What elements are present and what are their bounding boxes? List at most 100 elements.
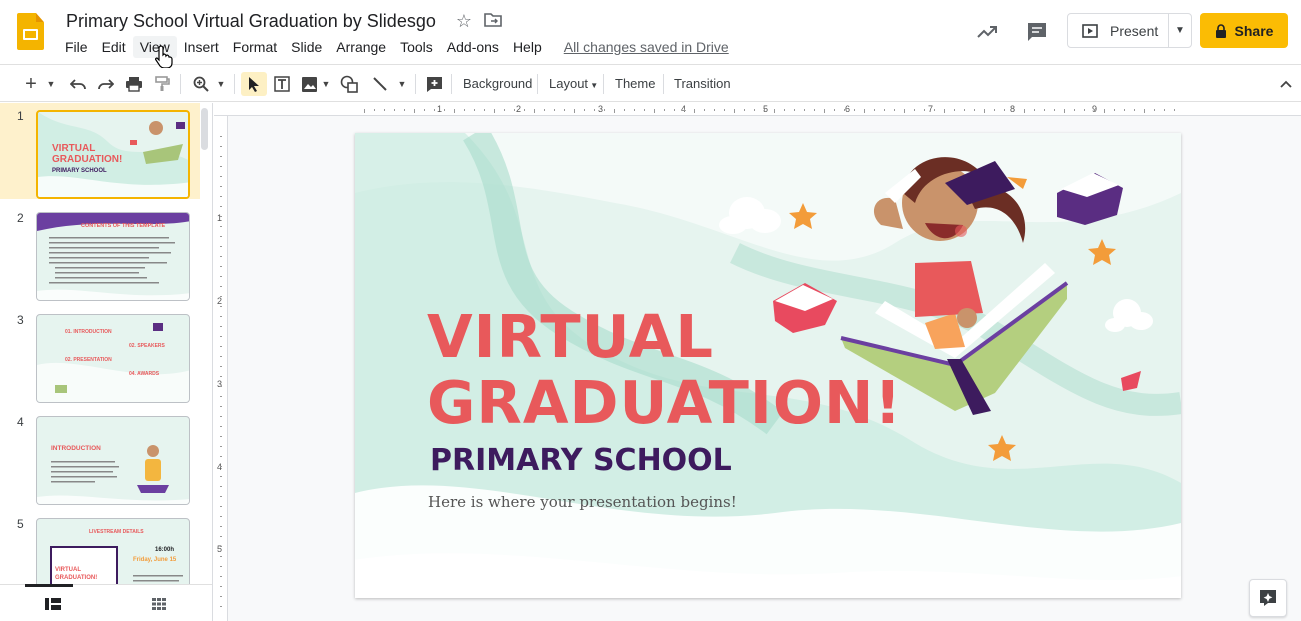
image-dropdown[interactable]: ▼ xyxy=(320,72,332,96)
ruler-tick xyxy=(220,426,222,427)
ruler-tick xyxy=(464,109,465,111)
ruler-tick xyxy=(924,109,925,111)
star-icon[interactable]: ☆ xyxy=(454,11,474,31)
ruler-tick xyxy=(220,596,222,597)
ruler-tick xyxy=(444,109,445,111)
ruler-tick xyxy=(434,109,435,111)
slide-number: 5 xyxy=(17,517,24,531)
thumb-title: INTRODUCTION xyxy=(51,445,101,452)
ruler-number: 3 xyxy=(598,104,604,114)
grid-view-tab[interactable] xyxy=(106,585,212,621)
ruler-tick xyxy=(684,109,685,111)
ruler-tick xyxy=(220,206,222,207)
slide-thumbnail-3[interactable]: 3 01. INTRODUCTION 02. SPEAKERS 02. PRES… xyxy=(0,307,200,403)
present-main[interactable]: Present xyxy=(1068,14,1169,47)
ruler-tick xyxy=(220,576,222,577)
undo-icon[interactable] xyxy=(67,72,89,96)
move-folder-icon[interactable] xyxy=(483,11,503,31)
slide-subtitle[interactable]: PRIMARY SCHOOL xyxy=(430,443,732,478)
thumb-subtitle: PRIMARY SCHOOL xyxy=(52,168,107,174)
thumb-decoration xyxy=(37,445,189,504)
slide-thumbnail-4[interactable]: 4 INTRODUCTION xyxy=(0,409,200,505)
slides-logo-icon[interactable] xyxy=(17,13,44,50)
ruler-tick xyxy=(1004,109,1005,111)
comment-icon[interactable] xyxy=(1025,20,1049,44)
ruler-tick xyxy=(664,109,665,111)
thumb-item: 02. SPEAKERS xyxy=(129,343,165,349)
ruler-tick xyxy=(884,109,885,111)
ruler-tick xyxy=(220,406,222,407)
ruler-tick xyxy=(220,256,222,257)
zoom-icon[interactable] xyxy=(190,72,212,96)
ruler-tick xyxy=(220,286,222,287)
slide-preview: VIRTUAL GRADUATION! PRIMARY SCHOOL xyxy=(36,110,190,199)
ruler-tick xyxy=(934,109,935,111)
image-icon[interactable] xyxy=(298,72,320,96)
line-dropdown[interactable]: ▼ xyxy=(396,72,408,96)
ruler-tick xyxy=(220,236,222,237)
collapse-menus-icon[interactable] xyxy=(1276,72,1296,96)
zoom-dropdown[interactable]: ▼ xyxy=(214,72,228,96)
ruler-tick xyxy=(774,109,775,113)
slide-preview: INTRODUCTION xyxy=(36,416,190,505)
new-slide-button[interactable]: + xyxy=(20,72,42,96)
present-button[interactable]: Present ▼ xyxy=(1067,13,1192,48)
ruler-tick xyxy=(220,566,222,567)
save-status-link[interactable]: All changes saved in Drive xyxy=(564,39,729,55)
slide-title-line2[interactable]: GRADUATION! xyxy=(427,371,902,435)
ruler-tick xyxy=(220,276,222,277)
background-button[interactable]: Background xyxy=(463,76,532,91)
ruler-tick xyxy=(1064,109,1065,113)
new-slide-layout-dropdown[interactable]: ▼ xyxy=(44,72,58,96)
ruler-tick xyxy=(864,109,865,113)
thumb-item: 01. INTRODUCTION xyxy=(65,329,112,335)
theme-button[interactable]: Theme xyxy=(615,76,655,91)
svg-text:VIRTUAL: VIRTUAL xyxy=(55,567,81,573)
menu-file[interactable]: File xyxy=(58,36,95,58)
menu-help[interactable]: Help xyxy=(506,36,549,58)
transition-button[interactable]: Transition xyxy=(674,76,731,91)
horizontal-ruler[interactable]: 1 2 3 4 5 6 7 8 9 xyxy=(214,103,1301,116)
ruler-tick xyxy=(1054,109,1055,111)
menu-slide[interactable]: Slide xyxy=(284,36,329,58)
menu-edit[interactable]: Edit xyxy=(95,36,133,58)
vertical-ruler[interactable]: 1 2 3 4 5 xyxy=(214,116,228,621)
line-icon[interactable] xyxy=(369,72,391,96)
document-title[interactable]: Primary School Virtual Graduation by Sli… xyxy=(66,11,436,32)
menu-insert[interactable]: Insert xyxy=(177,36,226,58)
ruler-tick xyxy=(494,109,495,113)
redo-icon[interactable] xyxy=(95,72,117,96)
filmstrip-scrollbar[interactable] xyxy=(201,108,208,150)
shape-icon[interactable] xyxy=(338,72,360,96)
ruler-tick xyxy=(814,109,815,111)
slide-thumbnail-2[interactable]: 2 CONTENTS OF THIS TEMPLATE xyxy=(0,205,200,301)
menu-format[interactable]: Format xyxy=(226,36,284,58)
select-cursor-icon[interactable] xyxy=(241,72,267,96)
ruler-tick xyxy=(544,109,545,111)
share-button[interactable]: Share xyxy=(1200,13,1288,48)
slide-title-line1[interactable]: VIRTUAL xyxy=(427,305,714,369)
slide-tagline[interactable]: Here is where your presentation begins! xyxy=(428,493,737,511)
insert-comment-icon[interactable] xyxy=(423,72,445,96)
slide-thumbnail-1[interactable]: 1 VIRTUAL GRADUATION! PRIMARY SCHOOL xyxy=(0,103,200,199)
toolbar-divider xyxy=(603,74,604,94)
activity-trend-icon[interactable] xyxy=(975,20,999,44)
ruler-tick xyxy=(220,606,222,607)
menu-tools[interactable]: Tools xyxy=(393,36,440,58)
paint-format-icon[interactable] xyxy=(151,72,173,96)
ruler-tick xyxy=(220,156,222,157)
share-label: Share xyxy=(1234,22,1274,39)
present-dropdown[interactable]: ▼ xyxy=(1169,14,1191,47)
filmstrip-view-tab[interactable] xyxy=(0,584,106,621)
slide-canvas[interactable]: VIRTUAL GRADUATION! PRIMARY SCHOOL Here … xyxy=(355,133,1181,598)
ruler-tick xyxy=(220,496,222,497)
toolbar-divider xyxy=(415,74,416,94)
layout-button[interactable]: Layout ▼ xyxy=(549,76,598,91)
print-icon[interactable] xyxy=(123,72,145,96)
menu-arrange[interactable]: Arrange xyxy=(329,36,393,58)
text-box-icon[interactable] xyxy=(270,72,294,96)
menu-addons[interactable]: Add-ons xyxy=(440,36,506,58)
explore-button[interactable] xyxy=(1249,579,1287,617)
ruler-tick xyxy=(220,376,222,377)
ruler-tick xyxy=(220,186,222,187)
